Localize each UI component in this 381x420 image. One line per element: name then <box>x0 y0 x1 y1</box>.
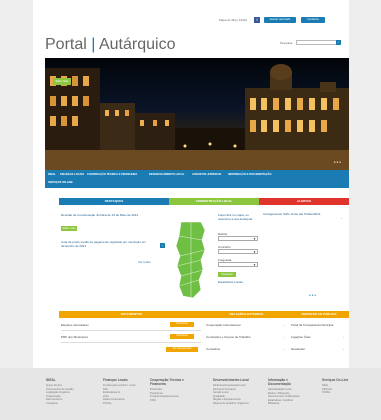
footer-col-informacao: Informação e Documentação Administração … <box>268 378 308 406</box>
alerta-next-arrow[interactable]: › <box>341 216 342 220</box>
rel-row-conselhos[interactable]: Conselhos <box>206 347 220 351</box>
nav-item-assuntos-juridicos[interactable]: ASSUNTOS JURÍDICOS <box>192 173 221 176</box>
chevron-down-icon: ▼ <box>253 237 256 241</box>
ver-documentos-button[interactable]: Ver Documentos <box>166 347 198 352</box>
footer-link[interactable]: FSM <box>150 399 190 403</box>
portugal-map[interactable] <box>171 220 211 300</box>
saber-mais-button[interactable]: Saber mais <box>61 226 77 231</box>
rel-row-comissoes[interactable]: Comissões e Grupos de Trabalho <box>206 335 251 339</box>
nav-item-financas-locais[interactable]: FINANÇAS LOCAIS <box>60 173 84 176</box>
nav-item-cooperacao[interactable]: COOPERAÇÃO TÉCNICA E FINANCEIRA <box>87 173 137 176</box>
facebook-icon[interactable]: f <box>254 17 260 23</box>
reserved-access-button[interactable]: Acesso reservado <box>264 17 296 23</box>
nav-item-desenvolvimento-local[interactable]: DESENVOLVIMENTO LOCAL <box>149 173 185 176</box>
doc-row-eleicoes[interactable]: Eleições intercalares <box>61 323 89 327</box>
chevron-right-icon: › <box>343 347 344 351</box>
chevron-down-icon: ▼ <box>253 263 256 267</box>
distrito-select[interactable]: ▼ <box>218 236 258 241</box>
chevron-right-icon: › <box>343 335 344 339</box>
destaque-next-arrow[interactable]: › <box>160 243 165 248</box>
logo-separator: | <box>91 36 96 53</box>
hero-banner[interactable]: Saber Mais ● ● ● <box>45 58 349 170</box>
footer-heading[interactable]: Desenvolvimento Local <box>213 378 253 382</box>
rel-row-cooperacao[interactable]: Cooperação Internacional <box>206 323 240 327</box>
hero-night-city-image <box>45 64 349 170</box>
chevron-right-icon: › <box>283 323 284 327</box>
download-button-eleicoes[interactable]: Download <box>170 322 194 327</box>
footer-col-ideal: IDEAL Quem Somos Instrumentos de Gestão … <box>46 378 86 406</box>
doc-row-prp[interactable]: PRP dos Municípios <box>61 335 88 339</box>
page-container: Mapa do Site | FAQS f Acesso reservado C… <box>33 0 349 420</box>
destaques-header: DESTAQUES <box>59 198 169 205</box>
chevron-right-icon: › <box>283 347 284 351</box>
footer-col-servicos: Serviços On-Line SIIAL SIIOCAL POPAL <box>322 378 352 395</box>
documentos-header: DOCUMENTOS <box>59 311 204 318</box>
divider <box>61 330 201 331</box>
alertas-header: ALERTAS <box>259 198 349 205</box>
destaque-item-1[interactable]: Reunião de Coordenação Jurídica de 19 de… <box>61 213 166 217</box>
chevron-right-icon: › <box>283 335 284 339</box>
servicos-publico-header: SERVIÇOS AO PÚBLICO <box>289 311 349 318</box>
search-input[interactable] <box>296 40 341 45</box>
serv-row-newsletter[interactable]: Newsletter <box>291 347 305 351</box>
ver-todos-link[interactable]: Ver todos <box>138 260 151 264</box>
estatisticas-locais-link[interactable]: Estatísticas Locais <box>218 280 243 284</box>
hero-saber-mais-button[interactable]: Saber Mais <box>53 78 71 85</box>
freguesia-select[interactable]: ▼ <box>218 262 258 267</box>
alerta-item[interactable]: Carregamento SIIAL limite até 9 Maio/201… <box>263 212 335 216</box>
footer-heading[interactable]: IDEAL <box>46 378 86 382</box>
contacts-button[interactable]: Contactos <box>301 17 325 23</box>
footer-col-desenvolvimento: Desenvolvimento Local Dinâmica Empresari… <box>213 378 253 406</box>
sitemap-faq-link[interactable]: Mapa do Site | FAQS <box>219 18 247 22</box>
admin-local-header: ADMINISTRAÇÃO LOCAL <box>169 198 259 205</box>
hero-slider-dots[interactable]: ● ● ● <box>334 160 341 164</box>
footer-link[interactable]: POPAL <box>322 391 352 395</box>
pesquisar-button[interactable]: Pesquisar <box>218 272 236 277</box>
footer-col-cooperacao: Cooperação Técnica e Financeira Protocol… <box>150 378 190 402</box>
main-nav: IDEAL FINANÇAS LOCAIS COOPERAÇÃO TÉCNICA… <box>45 170 349 188</box>
footer-heading[interactable]: Cooperação Técnica e Financeira <box>150 378 190 386</box>
concelho-select[interactable]: ▼ <box>218 249 258 254</box>
nav-item-informacao-documentacao[interactable]: INFORMAÇÃO E DOCUMENTAÇÃO <box>228 173 271 176</box>
footer-col-financas: Finanças Locais Fundos para a Admin. Loc… <box>103 378 143 406</box>
footer-heading[interactable]: Informação e Documentação <box>268 378 308 386</box>
admin-instructions: Faça click no mapa, ou selecione a sua a… <box>218 213 254 221</box>
serv-row-ligacoes[interactable]: Ligações Úteis <box>291 335 311 339</box>
search-button[interactable]: › <box>336 40 341 45</box>
nav-item-ideal[interactable]: IDEAL <box>48 173 56 176</box>
nav-item-servicos-online[interactable]: SERVIÇOS ON-LINE <box>48 181 73 184</box>
footer-link[interactable]: Contactos <box>46 402 86 406</box>
divider <box>61 342 201 343</box>
logo-text-portal: Portal <box>45 36 87 53</box>
footer-heading[interactable]: Serviços On-Line <box>322 378 352 382</box>
serv-row-transparencia[interactable]: Portal da Transparência Municipal <box>291 323 333 327</box>
footer-link[interactable]: Regime de Quadros Orgânicos <box>213 402 253 406</box>
download-button-prp[interactable]: Download <box>170 334 194 339</box>
footer-link[interactable]: Biblioteca <box>268 402 308 406</box>
chevron-down-icon: ▼ <box>253 250 256 254</box>
footer-link[interactable]: POCAL <box>103 402 143 406</box>
footer-heading[interactable]: Finanças Locais <box>103 378 143 382</box>
search-label: Pesquisa <box>280 41 293 45</box>
alertas-slider-dots[interactable]: ● ● ● <box>309 293 316 297</box>
relacoes-externas-header: RELAÇÕES EXTERNAS <box>204 311 289 318</box>
logo-text-autarquico: Autárquico <box>98 36 176 53</box>
site-logo[interactable]: Portal | Autárquico <box>45 36 175 54</box>
destaque-item-2[interactable]: Lista de prazo médio de pagamento regist… <box>61 240 156 248</box>
